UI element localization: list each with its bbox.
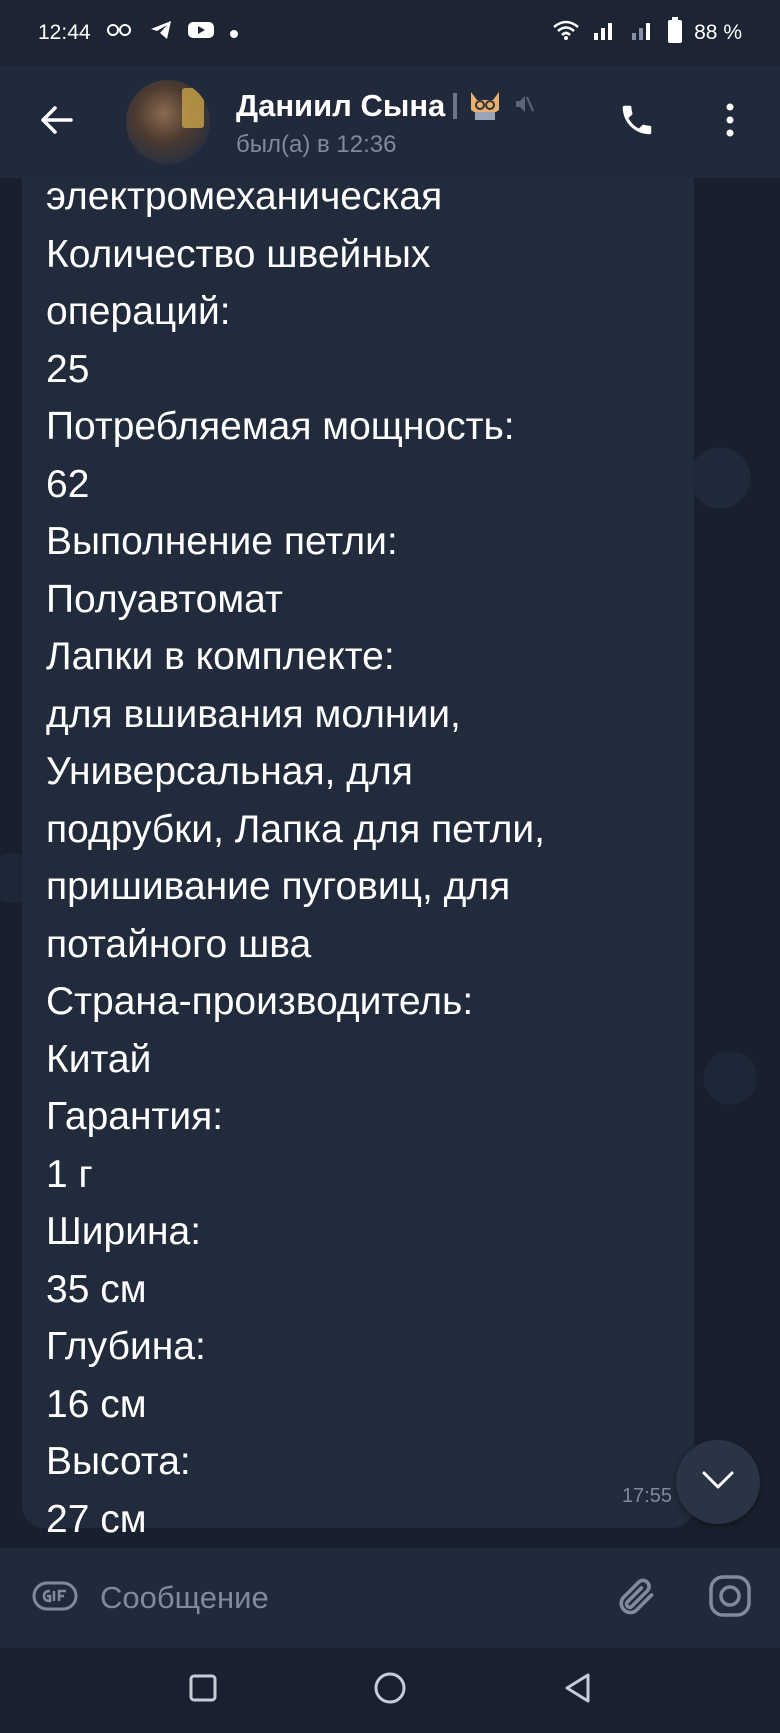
gif-button[interactable] — [26, 1569, 84, 1627]
dot-icon — [229, 21, 239, 45]
message-input[interactable] — [100, 1568, 580, 1628]
message-bubble[interactable]: электромеханическая Количество швейных о… — [22, 178, 694, 1541]
chat-info[interactable]: Даниил Сына был(а) в 12:36 — [236, 86, 535, 159]
last-seen: был(а) в 12:36 — [236, 130, 397, 158]
chat-title: Даниил Сына — [236, 88, 446, 123]
chat-area[interactable]: электромеханическая Количество швейных о… — [0, 178, 780, 1548]
title-row: Даниил Сына — [236, 86, 535, 127]
battery-level: 88 % — [694, 21, 742, 44]
camera-button[interactable] — [700, 1568, 760, 1628]
status-right: 88 % — [552, 17, 742, 49]
status-time: 12:44 — [38, 21, 91, 44]
chat-header: Даниил Сына был(а) в 12:36 — [0, 66, 780, 178]
chevron-down-icon — [701, 1470, 735, 1495]
message-text: электромеханическая Количество швейных о… — [46, 178, 545, 1541]
scroll-down-button[interactable] — [676, 1440, 760, 1524]
battery-icon — [668, 17, 683, 49]
muted-icon — [513, 93, 535, 120]
system-nav-bar — [0, 1648, 780, 1733]
circle-icon — [373, 1671, 407, 1710]
back-arrow-icon — [39, 105, 73, 140]
telegram-icon — [149, 19, 173, 47]
back-button[interactable] — [24, 90, 88, 154]
vpn-key-icon — [105, 20, 135, 46]
back-nav-button[interactable] — [547, 1661, 607, 1721]
call-button[interactable] — [605, 90, 669, 154]
home-button[interactable] — [360, 1661, 420, 1721]
avatar[interactable] — [126, 80, 210, 164]
more-menu-button[interactable] — [700, 90, 760, 154]
signal-icon — [630, 19, 656, 47]
paperclip-icon — [613, 1574, 657, 1623]
more-vert-icon — [725, 102, 735, 143]
title-divider — [453, 93, 458, 119]
square-icon — [188, 1673, 218, 1708]
message-time: 17:55 — [621, 1485, 672, 1507]
gif-icon — [32, 1581, 78, 1616]
message-input-bar — [0, 1548, 780, 1648]
wifi-icon — [552, 19, 580, 47]
youtube-icon — [187, 20, 215, 46]
camera-icon — [708, 1574, 752, 1623]
signal-icon — [592, 19, 618, 47]
recents-button[interactable] — [173, 1661, 233, 1721]
attach-button[interactable] — [605, 1568, 665, 1628]
triangle-back-icon — [562, 1672, 592, 1709]
status-left: 12:44 — [38, 19, 239, 47]
phone-icon — [618, 101, 656, 144]
status-bar: 12:44 88 % — [0, 0, 780, 66]
cat-emoji-icon — [465, 86, 505, 127]
